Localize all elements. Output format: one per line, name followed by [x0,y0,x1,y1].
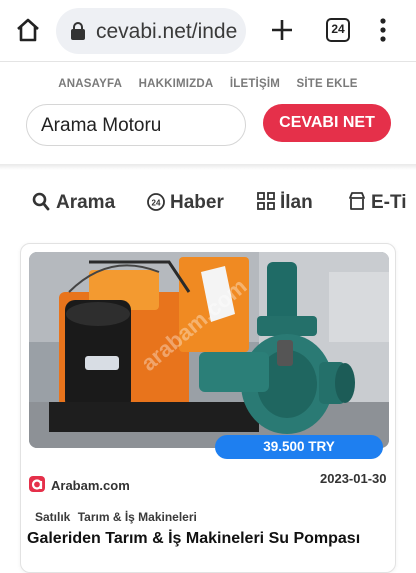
home-icon[interactable] [14,16,42,44]
tab-label: İlan [280,192,313,213]
tab-haber[interactable]: 24 Haber [146,188,236,218]
search-input[interactable]: Arama Motoru [26,104,246,146]
search-icon [32,192,50,211]
category-tabs: Arama 24 Haber İlan E-Ti [0,188,416,218]
header-divider [0,164,416,170]
arabam-logo-icon [29,476,45,492]
browser-toolbar: cevabi.net/inde 24 [0,0,416,62]
nav-link-contact[interactable]: İLETİŞİM [230,78,280,90]
price-badge: 39.500 TRY [215,435,383,459]
tab-label: Haber [170,192,224,213]
news-24-icon: 24 [147,193,165,211]
url-text: cevabi.net/inde [96,20,238,43]
listing-photo[interactable]: arabam.com [29,252,389,448]
tab-eticaret[interactable]: E-Ti [348,188,416,218]
more-menu-icon[interactable] [374,16,392,44]
search-input-value: Arama Motoru [41,115,162,136]
tab-arama[interactable]: Arama [32,188,122,218]
tab-label: Arama [56,192,116,213]
lock-icon [71,22,85,40]
nav-link-add-site[interactable]: SİTE EKLE [296,78,357,90]
tag-status: Satılık [35,510,71,524]
listing-tags: Satılık Tarım & İş Makineleri [35,510,201,524]
site-top-nav: ANASAYFA HAKKIMIZDA İLETİŞİM SİTE EKLE [0,74,416,92]
listing-title[interactable]: Galeriden Tarım & İş Makineleri Su Pompa… [27,530,391,548]
tab-switcher-button[interactable]: 24 [326,18,350,42]
water-pump-image: arabam.com [29,252,389,448]
search-submit-button[interactable]: CEVABI NET [263,104,391,142]
nav-link-about[interactable]: HAKKIMIZDA [139,78,214,90]
tag-category: Tarım & İş Makineleri [77,510,197,524]
new-tab-icon[interactable] [268,16,296,44]
address-bar[interactable]: cevabi.net/inde [56,8,246,54]
store-icon [349,192,365,210]
listing-card[interactable]: arabam.com 39.500 TRY Arabam.com 2023-01… [20,243,396,573]
listing-date: 2023-01-30 [320,471,387,486]
listing-source[interactable]: Arabam.com [51,478,130,493]
nav-link-home[interactable]: ANASAYFA [58,78,122,90]
tab-ilan[interactable]: İlan [257,188,327,218]
svg-text:24: 24 [152,199,161,208]
grid-icon [257,192,275,210]
tab-label: E-Ti [371,192,407,213]
